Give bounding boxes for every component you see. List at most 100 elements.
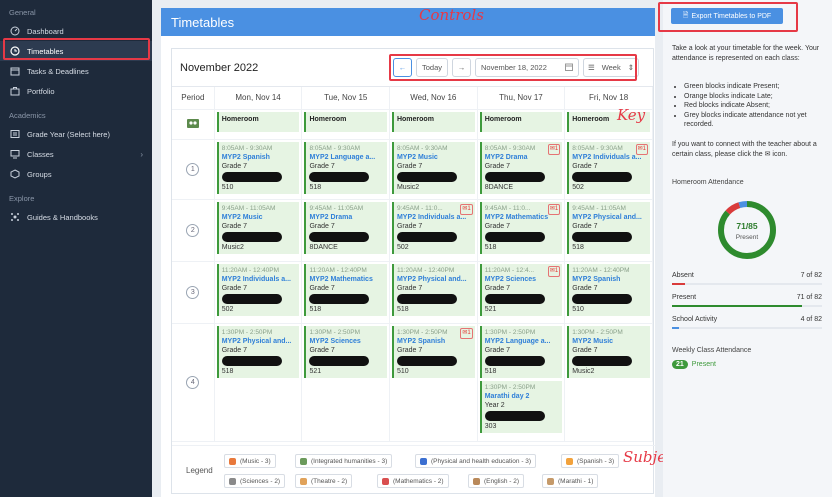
mail-icon[interactable]: ✉1 <box>547 143 561 155</box>
sidebar-item-tasks[interactable]: Tasks & Deadlines <box>0 61 152 81</box>
period-row: 4 1:30PM - 2:50PM MYP2 Physical and... Grad… <box>172 323 653 442</box>
mail-icon[interactable]: ✉1 <box>460 203 473 215</box>
mail-icon[interactable]: ✉1 <box>635 143 648 155</box>
class-subject[interactable]: MYP2 Physical and... <box>397 275 472 284</box>
attendance-value: 71 of 82 <box>796 294 822 301</box>
class-block[interactable]: 1:30PM - 2:50PM MYP2 Language a... Grade 7… <box>479 325 563 378</box>
legend-item: (Physical and health education - 3) <box>415 454 537 468</box>
class-block[interactable]: 11:20AM - 12:40PM MYP2 Mathematics Grade 7… <box>304 263 387 316</box>
class-subject[interactable]: MYP2 Drama <box>309 213 384 222</box>
class-grade: Grade 7 <box>396 162 423 170</box>
chevron-right-icon[interactable]: › <box>140 150 143 159</box>
class-subject[interactable]: MYP2 Music <box>397 153 472 162</box>
class-subject[interactable]: MYP2 Spanish <box>222 153 297 162</box>
class-block[interactable]: 11:20AM - 12:40PM MYP2 Spanish Grade 7 510 <box>567 263 650 316</box>
class-subject[interactable]: Marathi day 2 <box>485 392 560 401</box>
sidebar-item-label: Grade Year (Select here) <box>27 129 110 139</box>
homeroom-cell[interactable]: Homeroom <box>301 109 390 140</box>
class-block[interactable]: 1:30PM - 2:50PM MYP2 Spanish Grade 7 510 ✉1 <box>391 325 475 378</box>
class-cell: 8:05AM - 9:30AM MYP2 Individuals a... Grad… <box>564 139 653 200</box>
dashboard-icon <box>9 25 21 37</box>
homeroom-block[interactable]: Homeroom <box>304 111 387 132</box>
legend-item: (Integrated humanities - 3) <box>295 454 393 468</box>
period-number-cell: 4 <box>172 323 215 442</box>
sidebar-item-portfolio[interactable]: Portfolio <box>0 81 152 101</box>
period-number: 3 <box>186 285 200 299</box>
intro-text: Take a look at your timetable for the we… <box>672 45 820 62</box>
class-block[interactable]: 11:20AM - 12:40PM MYP2 Individuals a... Gr… <box>216 263 300 316</box>
attendance-label: Absent <box>672 272 694 279</box>
sidebar-item-classes[interactable]: Classes › <box>0 144 152 164</box>
attendance-bar-fill <box>672 327 680 329</box>
homeroom-block[interactable]: Homeroom <box>391 111 475 132</box>
homeroom-cell[interactable]: Homeroom <box>214 109 303 140</box>
sidebar-item-grade-year[interactable]: Grade Year (Select here) <box>0 124 152 144</box>
class-block[interactable]: 1:30PM - 2:50PM MYP2 Music Grade 7 Music2 <box>567 325 650 378</box>
attendance-bar <box>672 283 822 285</box>
class-cell: 8:05AM - 9:30AM MYP2 Music Grade 7 Music2 <box>389 139 478 200</box>
class-block[interactable]: 8:05AM - 9:30AM MYP2 Individuals a... Grad… <box>567 141 650 194</box>
mail-icon[interactable]: ✉1 <box>547 203 561 215</box>
class-block[interactable]: 8:05AM - 9:30AM MYP2 Language a... Grade 7… <box>304 141 387 194</box>
class-subject[interactable]: MYP2 Spanish <box>572 275 647 284</box>
period-row: 2 9:45AM - 11:05AM MYP2 Music Grade 7 Music2… <box>172 199 653 262</box>
homeroom-cell[interactable]: Homeroom <box>389 109 478 140</box>
class-subject[interactable]: MYP2 Sciences <box>309 337 384 346</box>
redaction <box>396 171 457 182</box>
weekly-attendance-badge: 21 Present <box>672 360 716 369</box>
redaction <box>484 231 545 242</box>
class-block[interactable]: 9:45AM - 11:05AM MYP2 Physical and... Grad… <box>567 201 650 254</box>
sidebar-item-guides[interactable]: Guides & Handbooks <box>0 207 152 227</box>
highlight-box <box>3 38 150 60</box>
sidebar-item-label: Classes <box>27 149 54 159</box>
legend-label: (Sciences - 2) <box>240 477 281 485</box>
class-room: 502 <box>572 183 584 191</box>
class-block[interactable]: 9:45AM - 11:0... MYP2 Mathematics Grade 75… <box>479 201 563 254</box>
redaction <box>221 231 282 242</box>
class-subject[interactable]: MYP2 Language a... <box>309 153 384 162</box>
legend-item: (Marathi - 1) <box>542 474 599 488</box>
class-block[interactable]: 9:45AM - 11:0... MYP2 Individuals a... Gra… <box>391 201 475 254</box>
class-block[interactable]: 9:45AM - 11:05AM MYP2 Music Grade 7 Music2 <box>216 201 300 254</box>
period-number: 1 <box>186 162 200 176</box>
sidebar-item-label: Guides & Handbooks <box>27 212 98 222</box>
class-subject[interactable]: MYP2 Language a... <box>485 337 560 346</box>
class-block[interactable]: 9:45AM - 11:05AM MYP2 Drama Grade 7 8DANCE <box>304 201 387 254</box>
class-cell: 1:30PM - 2:50PM MYP2 Language a... Grade 7… <box>477 323 566 442</box>
sidebar-item-groups[interactable]: Groups <box>0 164 152 184</box>
period-rows: 1 8:05AM - 9:30AM MYP2 Spanish Grade 7 510 8:… <box>172 139 653 442</box>
class-subject[interactable]: MYP2 Music <box>572 337 647 346</box>
homeroom-block[interactable]: Homeroom <box>216 111 300 132</box>
class-time: 11:20AM - 12:40PM <box>572 266 630 274</box>
class-subject[interactable]: MYP2 Physical and... <box>222 337 297 346</box>
class-room: 521 <box>309 367 322 375</box>
class-subject[interactable]: MYP2 Mathematics <box>309 275 384 284</box>
class-block[interactable]: 1:30PM - 2:50PM MYP2 Physical and... Grade… <box>216 325 300 378</box>
page-title: Timetables <box>171 14 235 30</box>
subject-icon <box>473 477 480 485</box>
class-room: 518 <box>484 367 497 375</box>
class-subject[interactable]: MYP2 Physical and... <box>572 213 647 222</box>
class-block[interactable]: 8:05AM - 9:30AM MYP2 Spanish Grade 7 510 <box>216 141 300 194</box>
class-subject[interactable]: MYP2 Music <box>222 213 297 222</box>
class-time: 8:05AM - 9:30AM <box>396 144 448 152</box>
mail-icon[interactable]: ✉1 <box>547 265 561 277</box>
class-time: 11:20AM - 12:40PM <box>396 266 455 274</box>
connect-text: If you want to connect with the teacher … <box>672 141 817 158</box>
homeroom-block[interactable]: Homeroom <box>479 111 563 132</box>
class-block[interactable]: 11:20AM - 12:40PM MYP2 Physical and... Gra… <box>391 263 475 316</box>
class-block[interactable]: 1:30PM - 2:50PM MYP2 Sciences Grade 7 521 <box>304 325 387 378</box>
class-block[interactable]: 8:05AM - 9:30AM MYP2 Drama Grade 7 8DANCE ✉1 <box>479 141 563 194</box>
class-block[interactable]: 11:20AM - 12:4... MYP2 Sciences Grade 7 521… <box>479 263 563 316</box>
class-block[interactable]: 1:30PM - 2:50PM Marathi day 2 Year 2 303 <box>479 380 563 433</box>
class-room: 518 <box>484 243 497 251</box>
legend-item: (Music - 3) <box>224 454 276 468</box>
class-cell: 11:20AM - 12:40PM MYP2 Mathematics Grade 7… <box>301 261 390 324</box>
homeroom-cell[interactable]: Homeroom <box>477 109 566 140</box>
sidebar-item-label: Tasks & Deadlines <box>27 66 89 76</box>
class-subject[interactable]: MYP2 Individuals a... <box>222 275 297 284</box>
class-room: Music2 <box>572 367 595 375</box>
class-block[interactable]: 8:05AM - 9:30AM MYP2 Music Grade 7 Music2 <box>391 141 475 194</box>
mail-icon[interactable]: ✉1 <box>460 327 473 339</box>
class-grade: Grade 7 <box>309 284 335 292</box>
